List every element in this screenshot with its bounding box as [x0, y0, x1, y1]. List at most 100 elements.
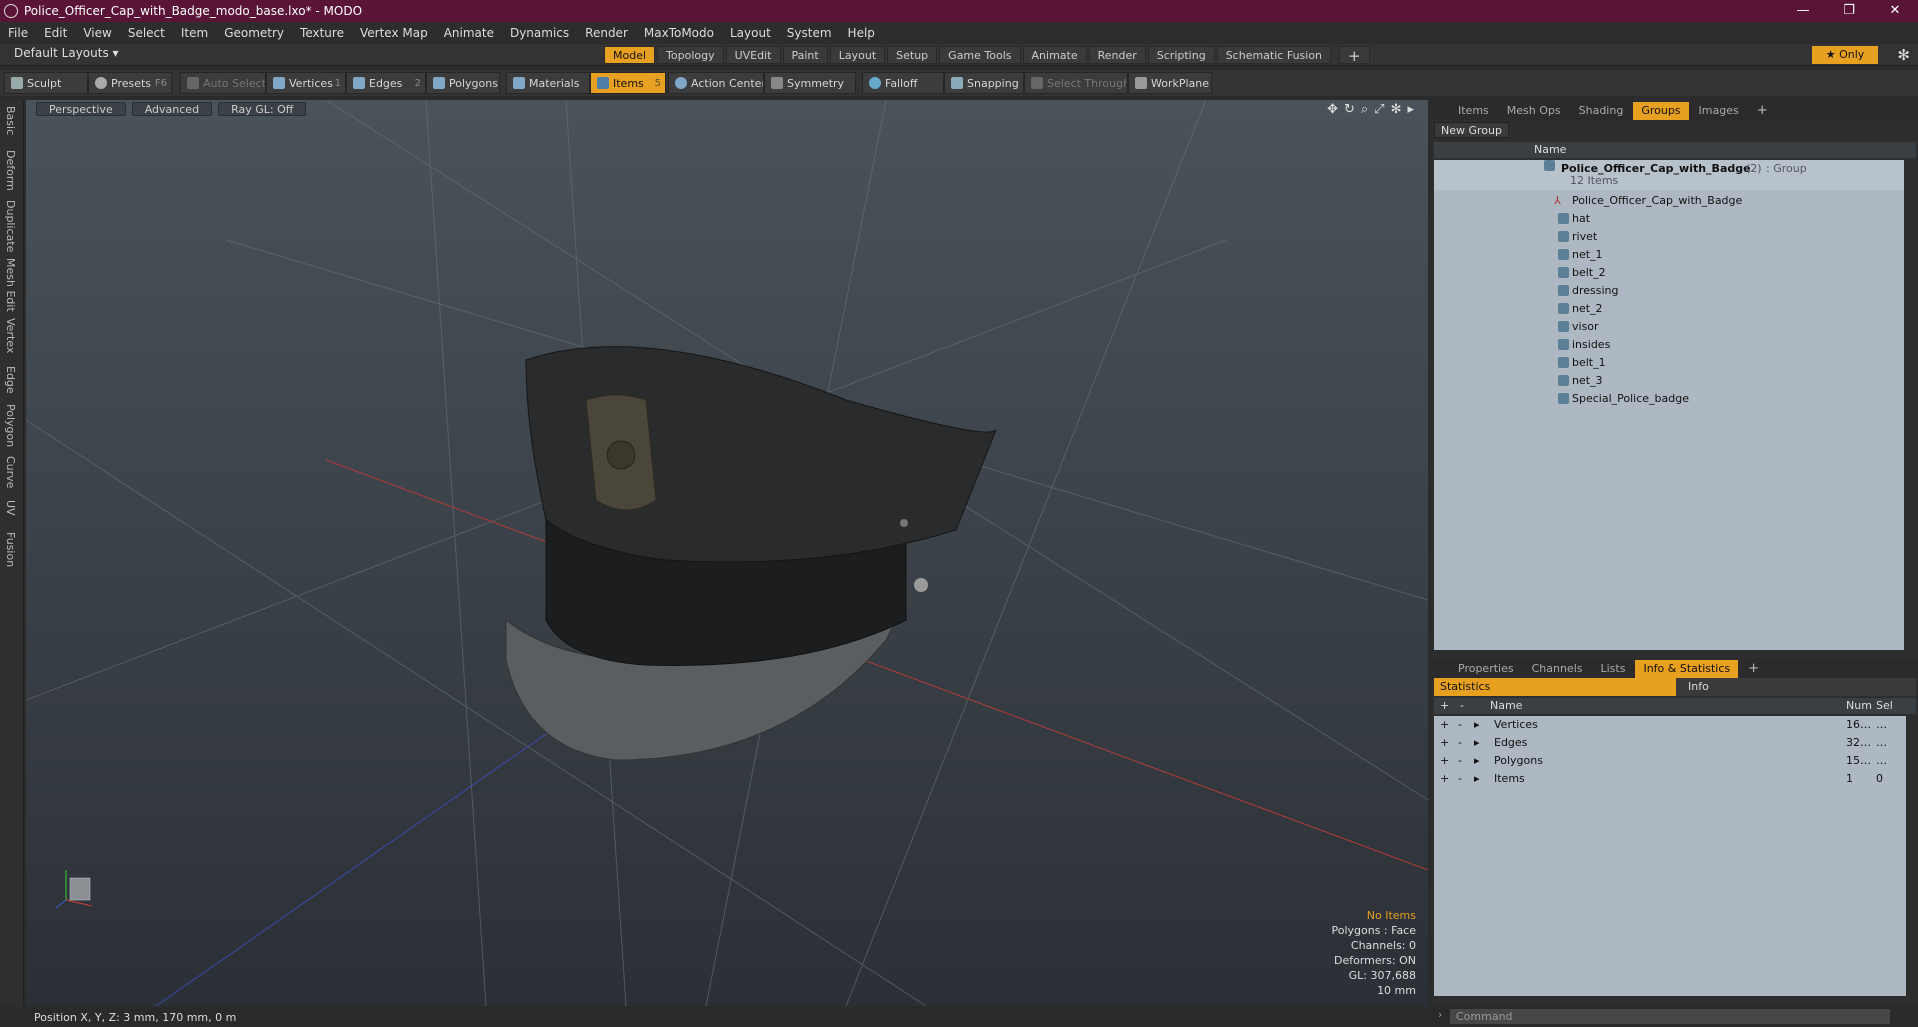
- presets-button[interactable]: Presets F6: [88, 72, 172, 94]
- left-tab-vertex[interactable]: Vertex: [4, 318, 17, 353]
- shading-mode-dropdown[interactable]: Advanced: [131, 102, 213, 116]
- group-item-row[interactable]: Special_Police_badge: [1434, 390, 1904, 408]
- group-item-row[interactable]: insides: [1434, 336, 1904, 354]
- new-group-button[interactable]: New Group: [1434, 122, 1509, 138]
- maximize-button[interactable]: ❐: [1826, 0, 1872, 22]
- tab-properties[interactable]: Properties: [1450, 660, 1522, 678]
- group-item-row[interactable]: net_2: [1434, 300, 1904, 318]
- groups-name-column[interactable]: Name: [1534, 142, 1566, 158]
- add-tab-icon[interactable]: +: [1749, 102, 1776, 120]
- layout-tab-scripting[interactable]: Scripting: [1147, 46, 1215, 64]
- stats-num-column[interactable]: Num: [1846, 698, 1872, 714]
- menu-maxtomodo[interactable]: MaxToModo: [636, 22, 722, 44]
- tab-items[interactable]: Items: [1450, 102, 1497, 120]
- pan-icon[interactable]: ✥: [1327, 102, 1338, 117]
- left-tab-polygon[interactable]: Polygon: [4, 404, 17, 447]
- symmetry-button[interactable]: Symmetry: [764, 72, 856, 94]
- group-item-row[interactable]: net_3: [1434, 372, 1904, 390]
- left-tab-fusion[interactable]: Fusion: [4, 532, 17, 567]
- layout-tab-schematic-fusion[interactable]: Schematic Fusion: [1216, 46, 1332, 64]
- menu-edit[interactable]: Edit: [36, 22, 75, 44]
- expand-arrow-icon[interactable]: ▸: [1474, 716, 1480, 734]
- rotate-icon[interactable]: ↻: [1344, 102, 1355, 117]
- menu-dynamics[interactable]: Dynamics: [502, 22, 577, 44]
- gear-icon[interactable]: ✻: [1897, 44, 1910, 66]
- auto-select-button[interactable]: Auto Select: [180, 72, 266, 94]
- expand-arrow-icon[interactable]: ▸: [1474, 770, 1480, 788]
- tab-images[interactable]: Images: [1691, 102, 1747, 120]
- group-item-row[interactable]: belt_1: [1434, 354, 1904, 372]
- command-input[interactable]: Command: [1450, 1009, 1890, 1024]
- expand-arrow-icon[interactable]: ▸: [1474, 752, 1480, 770]
- falloff-button[interactable]: Falloff: [862, 72, 944, 94]
- group-item-row[interactable]: rivet: [1434, 228, 1904, 246]
- layout-tab-render[interactable]: Render: [1088, 46, 1146, 64]
- sculpt-button[interactable]: Sculpt: [4, 72, 88, 94]
- group-item-row[interactable]: ⅄ Police_Officer_Cap_with_Badge: [1434, 192, 1904, 210]
- menu-help[interactable]: Help: [840, 22, 883, 44]
- menu-vertex-map[interactable]: Vertex Map: [352, 22, 436, 44]
- stats-row-items[interactable]: + - ▸ Items 1 0: [1434, 770, 1906, 788]
- edges-button[interactable]: Edges 2: [346, 72, 426, 94]
- workplane-button[interactable]: WorkPlane: [1128, 72, 1212, 94]
- menu-geometry[interactable]: Geometry: [216, 22, 292, 44]
- only-toggle[interactable]: ★ Only: [1812, 46, 1878, 64]
- menu-layout[interactable]: Layout: [722, 22, 779, 44]
- 3d-viewport[interactable]: Perspective Advanced Ray GL: Off ✥ ↻ ⌕ ⤢…: [26, 100, 1428, 1006]
- action-center-button[interactable]: Action Center: [668, 72, 764, 94]
- menu-render[interactable]: Render: [577, 22, 636, 44]
- menu-system[interactable]: System: [779, 22, 840, 44]
- layout-tab-paint[interactable]: Paint: [782, 46, 828, 64]
- menu-view[interactable]: View: [75, 22, 119, 44]
- items-button[interactable]: Items 5: [590, 72, 666, 94]
- left-tab-duplicate[interactable]: Duplicate: [4, 200, 17, 252]
- group-item-row[interactable]: dressing: [1434, 282, 1904, 300]
- zoom-icon[interactable]: ⌕: [1361, 102, 1368, 117]
- layout-tab-layout[interactable]: Layout: [829, 46, 886, 64]
- tab-mesh-ops[interactable]: Mesh Ops: [1499, 102, 1569, 120]
- view-mode-dropdown[interactable]: Perspective: [36, 102, 126, 116]
- layout-selector[interactable]: Default Layouts ▾: [14, 46, 119, 60]
- group-item-row[interactable]: net_1: [1434, 246, 1904, 264]
- left-tab-basic[interactable]: Basic: [4, 106, 17, 135]
- close-button[interactable]: ✕: [1872, 0, 1918, 22]
- layout-tab-game-tools[interactable]: Game Tools: [939, 46, 1021, 64]
- tab-info-statistics[interactable]: Info & Statistics: [1635, 660, 1739, 678]
- layout-tab-uvedit[interactable]: UVEdit: [725, 46, 781, 64]
- left-tab-mesh-edit[interactable]: Mesh Edit: [4, 258, 17, 312]
- add-layout-icon[interactable]: +: [1339, 46, 1370, 65]
- snapping-button[interactable]: Snapping: [944, 72, 1024, 94]
- select-through-button[interactable]: Select Through: [1024, 72, 1128, 94]
- layout-tab-model[interactable]: Model: [604, 46, 656, 64]
- expand-arrow-icon[interactable]: ▸: [1474, 734, 1480, 752]
- group-item-row[interactable]: visor: [1434, 318, 1904, 336]
- stats-row-vertices[interactable]: + - ▸ Vertices 16……: [1434, 716, 1906, 734]
- left-tab-edge[interactable]: Edge: [4, 366, 17, 394]
- stats-sel-column[interactable]: Sel: [1876, 698, 1893, 714]
- layout-tab-topology[interactable]: Topology: [657, 46, 724, 64]
- menu-select[interactable]: Select: [120, 22, 173, 44]
- tab-lists[interactable]: Lists: [1593, 660, 1634, 678]
- left-tab-curve[interactable]: Curve: [4, 456, 17, 488]
- statistics-tab[interactable]: Statistics: [1434, 678, 1676, 696]
- add-tab-icon[interactable]: +: [1740, 660, 1767, 678]
- vertices-button[interactable]: Vertices 1: [266, 72, 346, 94]
- minimize-button[interactable]: —: [1780, 0, 1826, 22]
- collapse-all-icon[interactable]: -: [1460, 698, 1464, 714]
- materials-button[interactable]: Materials: [506, 72, 590, 94]
- left-tab-uv[interactable]: UV: [4, 500, 17, 516]
- left-tab-deform[interactable]: Deform: [4, 150, 17, 191]
- polygons-button[interactable]: Polygons: [426, 72, 500, 94]
- stats-row-edges[interactable]: + - ▸ Edges 32……: [1434, 734, 1906, 752]
- expand-all-icon[interactable]: +: [1440, 698, 1449, 714]
- tab-channels[interactable]: Channels: [1524, 660, 1591, 678]
- tab-shading[interactable]: Shading: [1571, 102, 1632, 120]
- layout-tab-animate[interactable]: Animate: [1022, 46, 1087, 64]
- menu-file[interactable]: File: [0, 22, 36, 44]
- viewport-expand-icon[interactable]: ▸: [1407, 102, 1414, 117]
- stats-row-polygons[interactable]: + - ▸ Polygons 15……: [1434, 752, 1906, 770]
- stats-name-column[interactable]: Name: [1490, 698, 1522, 714]
- fit-icon[interactable]: ⤢: [1374, 102, 1384, 117]
- group-root-row[interactable]: Police_Officer_Cap_with_Badge (2) : Grou…: [1434, 160, 1904, 190]
- raygl-toggle[interactable]: Ray GL: Off: [218, 102, 307, 116]
